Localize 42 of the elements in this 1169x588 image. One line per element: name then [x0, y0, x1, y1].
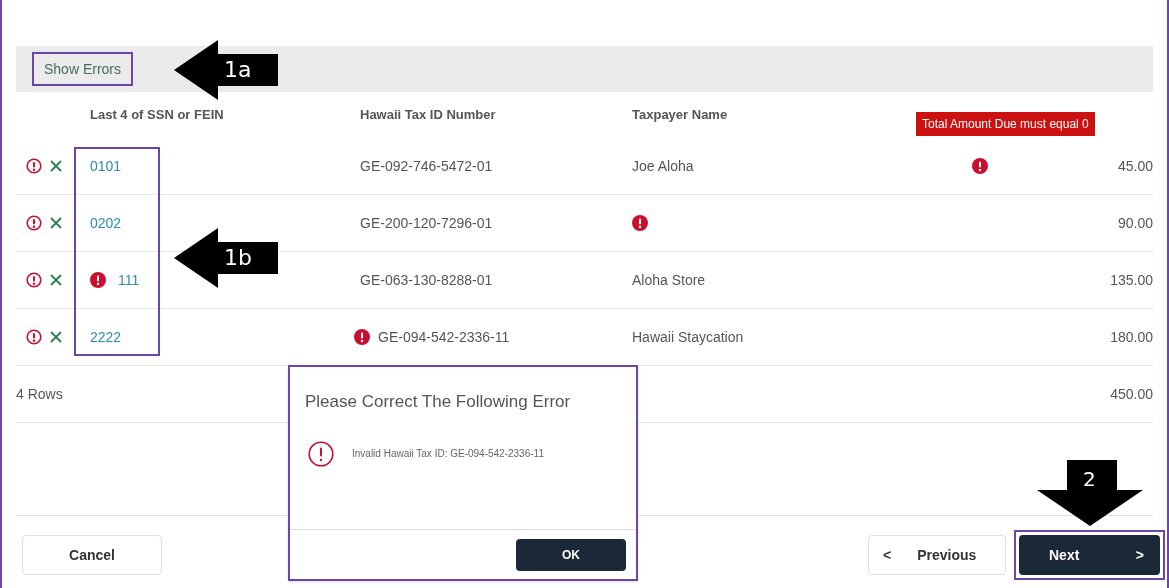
ssn-link[interactable]: 0202 [90, 212, 122, 234]
error-icon [26, 329, 42, 345]
table-cell-text: 90.00 [1117, 213, 1153, 233]
column-header: Hawaii Tax ID Number [360, 107, 496, 123]
dialog-title: Please Correct The Following Error [304, 391, 572, 413]
callout-label: 1b [224, 244, 252, 272]
table-cell-text: Aloha Store [632, 270, 706, 290]
error-tooltip: Total Amount Due must equal 0 [916, 112, 1095, 136]
error-icon [26, 272, 42, 288]
error-icon [26, 215, 42, 231]
row-count: 4 Rows [16, 384, 63, 404]
chevron-left-icon: < [883, 544, 892, 566]
error-message: Invalid Hawaii Tax ID: GE-094-542-2336-11 [352, 447, 544, 461]
delete-icon [50, 331, 62, 343]
table-cell-text: Hawaii Staycation [632, 327, 744, 347]
table-cell-text: 135.00 [1110, 270, 1153, 290]
cancel-button[interactable]: Cancel [22, 535, 162, 575]
delete-icon [50, 217, 62, 229]
table-cell-text: GE-063-130-8288-01 [360, 270, 493, 290]
callout-label: 1a [224, 56, 252, 84]
delete-icon [50, 274, 62, 286]
delete-icon [50, 160, 62, 172]
table-cell-text: 180.00 [1110, 327, 1153, 347]
ok-button[interactable]: OK [516, 538, 626, 571]
previous-button[interactable]: < Previous [868, 535, 1006, 575]
table-cell-text: GE-092-746-5472-01 [360, 156, 493, 176]
next-button[interactable]: Next > [1019, 535, 1160, 575]
table-cell-text: GE-200-120-7296-01 [360, 213, 493, 233]
ssn-link[interactable]: 0101 [90, 155, 122, 177]
table-cell-text: 45.00 [1117, 156, 1153, 176]
column-header: Taxpayer Name [632, 107, 728, 123]
callout-label: 2 [1083, 466, 1096, 493]
error-icon [308, 440, 334, 467]
table-cell-text: Joe Aloha [632, 156, 694, 176]
chevron-right-icon: > [1135, 544, 1144, 566]
total-amount: 450.00 [1110, 384, 1153, 404]
table-cell-text: GE-094-542-2336-11 [378, 327, 510, 347]
show-errors-button[interactable]: Show Errors [32, 52, 134, 86]
column-header: Last 4 of SSN or FEIN [90, 107, 224, 123]
ssn-link[interactable]: 111 [118, 269, 140, 291]
ssn-link[interactable]: 2222 [90, 326, 122, 348]
error-icon [26, 158, 42, 174]
